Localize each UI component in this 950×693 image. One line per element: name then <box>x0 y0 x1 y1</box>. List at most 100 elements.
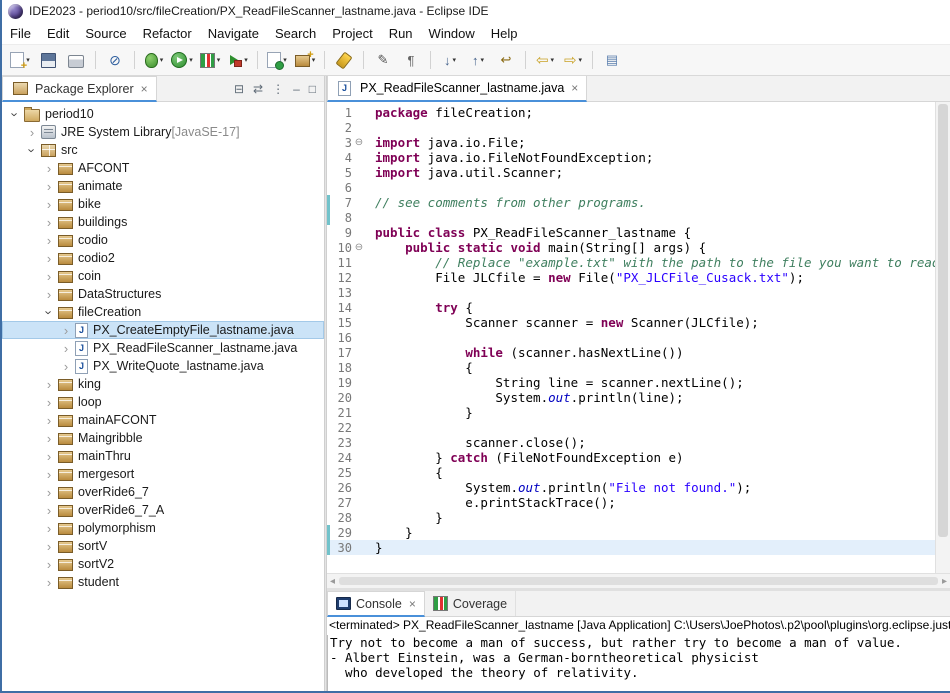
expand-arrow-icon[interactable]: › <box>42 485 56 500</box>
tree-item[interactable]: ›Maingribble <box>2 429 324 447</box>
gutter-line[interactable]: 27 <box>327 495 369 510</box>
close-icon[interactable]: × <box>571 81 578 95</box>
expand-arrow-icon[interactable]: › <box>42 269 56 284</box>
menu-item-run[interactable]: Run <box>381 24 421 43</box>
debug-button[interactable]: ▾ <box>140 48 168 72</box>
expand-arrow-icon[interactable]: › <box>42 539 56 554</box>
gutter-line[interactable]: 10⊖ <box>327 240 369 255</box>
gutter-line[interactable]: 20 <box>327 390 369 405</box>
expand-arrow-icon[interactable]: › <box>42 377 56 392</box>
search-button[interactable] <box>330 48 358 72</box>
tab-coverage[interactable]: Coverage <box>425 591 516 616</box>
tree-item[interactable]: ›animate <box>2 177 324 195</box>
code-line[interactable]: while (scanner.hasNextLine()) <box>369 345 935 360</box>
coverage-button[interactable]: ▾ <box>196 48 224 72</box>
code-line[interactable]: scanner.close(); <box>369 435 935 450</box>
code-line[interactable]: import java.io.FileNotFoundException; <box>369 150 935 165</box>
pin-editor-button[interactable]: ▤ <box>598 48 626 72</box>
view-menu-icon[interactable]: ⋮ <box>272 82 284 96</box>
tab-editor-file[interactable]: PX_ReadFileScanner_lastname.java × <box>327 76 587 102</box>
horizontal-scrollbar[interactable]: ◂ ▸ <box>327 573 950 588</box>
tree-item[interactable]: ›bike <box>2 195 324 213</box>
menu-item-edit[interactable]: Edit <box>39 24 77 43</box>
tree-item[interactable]: ›overRide6_7_A <box>2 501 324 519</box>
code-line[interactable]: // Replace "example.txt" with the path t… <box>369 255 935 270</box>
code-line[interactable]: import java.util.Scanner; <box>369 165 935 180</box>
code-line[interactable]: System.out.println("File not found."); <box>369 480 935 495</box>
expand-arrow-icon[interactable]: › <box>42 287 56 302</box>
tree-item[interactable]: ›student <box>2 573 324 591</box>
menu-item-navigate[interactable]: Navigate <box>200 24 267 43</box>
expand-arrow-icon[interactable]: › <box>42 197 56 212</box>
collapse-all-icon[interactable]: ⊟ <box>234 82 244 96</box>
expand-arrow-icon[interactable]: › <box>59 323 73 338</box>
gutter-line[interactable]: 18 <box>327 360 369 375</box>
expand-arrow-icon[interactable]: › <box>59 341 73 356</box>
tree-item[interactable]: ›sortV <box>2 537 324 555</box>
tree-item[interactable]: ›PX_WriteQuote_lastname.java <box>2 357 324 375</box>
minimize-icon[interactable]: – <box>293 82 300 96</box>
console-output[interactable]: Try not to become a man of success, but … <box>327 635 950 691</box>
scrollbar-thumb[interactable] <box>339 577 938 585</box>
menu-item-refactor[interactable]: Refactor <box>135 24 200 43</box>
gutter-line[interactable]: 29 <box>327 525 369 540</box>
expand-arrow-icon[interactable]: › <box>42 575 56 590</box>
gutter-line[interactable]: 6 <box>327 180 369 195</box>
expand-arrow-icon[interactable]: › <box>42 395 56 410</box>
expand-arrow-icon[interactable]: › <box>42 233 56 248</box>
code-line[interactable]: import java.io.File; <box>369 135 935 150</box>
tab-package-explorer[interactable]: Package Explorer × <box>2 76 157 102</box>
fold-marker-icon[interactable]: ⊖ <box>352 137 366 148</box>
scroll-left-icon[interactable]: ◂ <box>330 576 335 587</box>
tree-item[interactable]: ›JRE System Library [JavaSE-17] <box>2 123 324 141</box>
code-line[interactable]: File JLCfile = new File("PX_JLCFile_Cusa… <box>369 270 935 285</box>
gutter-line[interactable]: 12 <box>327 270 369 285</box>
gutter-line[interactable]: 11 <box>327 255 369 270</box>
menu-item-project[interactable]: Project <box>324 24 380 43</box>
maximize-icon[interactable]: □ <box>309 82 316 96</box>
externalize-button[interactable]: ✎ <box>369 48 397 72</box>
menu-item-help[interactable]: Help <box>483 24 526 43</box>
menu-item-source[interactable]: Source <box>77 24 134 43</box>
expand-arrow-icon[interactable]: › <box>25 125 39 140</box>
gutter-line[interactable]: 4 <box>327 150 369 165</box>
expand-arrow-icon[interactable]: › <box>42 521 56 536</box>
gutter-line[interactable]: 14 <box>327 300 369 315</box>
new-package-button[interactable]: ▾ <box>291 48 319 72</box>
gutter-line[interactable]: 21 <box>327 405 369 420</box>
code-line[interactable] <box>369 180 935 195</box>
code-line[interactable] <box>369 420 935 435</box>
save-button[interactable] <box>34 48 62 72</box>
print-button[interactable] <box>62 48 90 72</box>
code-line[interactable] <box>369 210 935 225</box>
tree-item[interactable]: ›DataStructures <box>2 285 324 303</box>
tree-item[interactable]: ›buildings <box>2 213 324 231</box>
gutter-line[interactable]: 23 <box>327 435 369 450</box>
tree-item[interactable]: ›sortV2 <box>2 555 324 573</box>
gutter-line[interactable]: 15 <box>327 315 369 330</box>
menu-item-window[interactable]: Window <box>421 24 483 43</box>
back-button[interactable]: ⇦▾ <box>531 48 559 72</box>
gutter-line[interactable]: 24 <box>327 450 369 465</box>
gutter-line[interactable]: 22 <box>327 420 369 435</box>
gutter-line[interactable]: 7 <box>327 195 369 210</box>
external-tools-button[interactable]: ▾ <box>224 48 252 72</box>
code-line[interactable]: } <box>369 540 935 555</box>
tree-item[interactable]: ›codio2 <box>2 249 324 267</box>
collapse-arrow-icon[interactable]: › <box>25 143 40 157</box>
collapse-arrow-icon[interactable]: › <box>42 305 57 319</box>
new-button[interactable]: ▾ <box>6 48 34 72</box>
code-line[interactable] <box>369 120 935 135</box>
code-line[interactable]: } <box>369 525 935 540</box>
menu-item-search[interactable]: Search <box>267 24 324 43</box>
code-line[interactable]: e.printStackTrace(); <box>369 495 935 510</box>
code-line[interactable]: } <box>369 405 935 420</box>
code-line[interactable]: { <box>369 465 935 480</box>
gutter-line[interactable]: 16 <box>327 330 369 345</box>
expand-arrow-icon[interactable]: › <box>42 251 56 266</box>
gutter-line[interactable]: 2 <box>327 120 369 135</box>
code-line[interactable]: public static void main(String[] args) { <box>369 240 935 255</box>
link-with-editor-icon[interactable]: ⇄ <box>253 82 263 96</box>
menu-item-file[interactable]: File <box>2 24 39 43</box>
code-line[interactable]: System.out.println(line); <box>369 390 935 405</box>
